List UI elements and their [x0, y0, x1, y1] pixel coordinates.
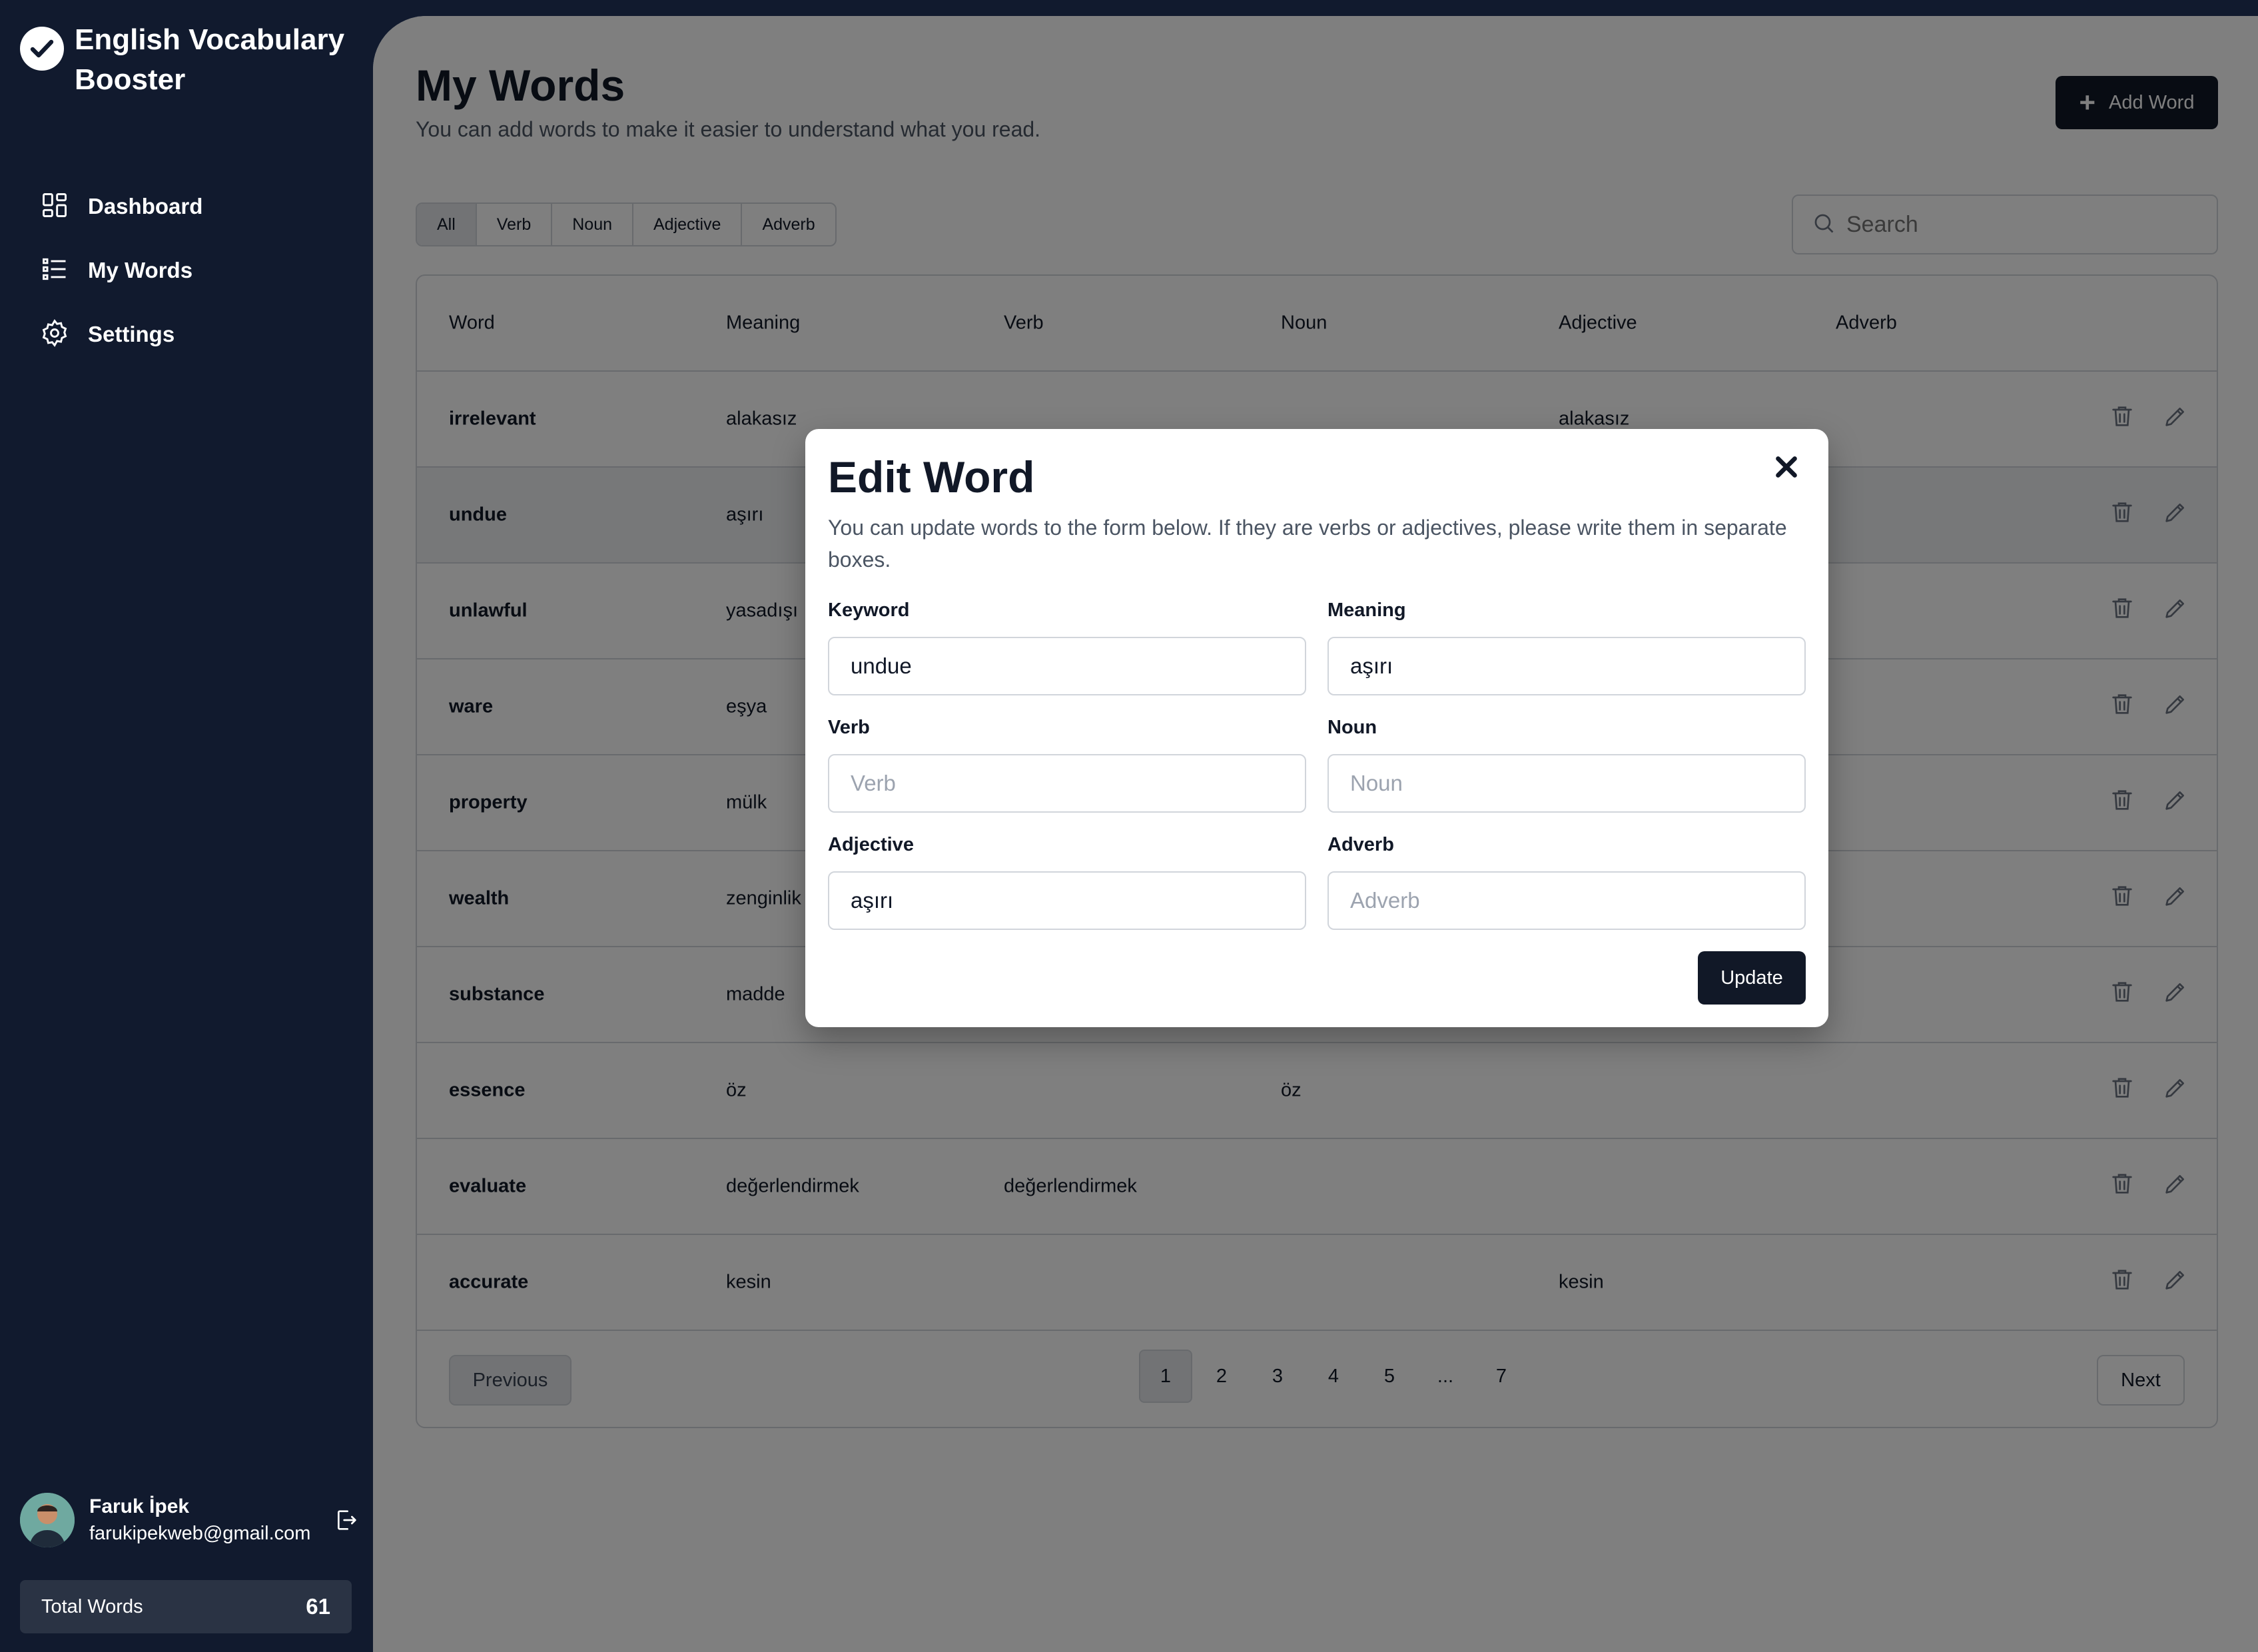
- edit-word-dialog: Edit Word You can update words to the fo…: [805, 429, 1828, 1027]
- update-button[interactable]: Update: [1698, 951, 1806, 1005]
- verb-field-group: Verb: [828, 717, 1306, 813]
- avatar: [20, 1493, 75, 1547]
- close-icon[interactable]: [1770, 450, 1803, 484]
- keyword-label: Keyword: [828, 600, 910, 621]
- logout-icon[interactable]: [333, 1507, 360, 1533]
- sidebar-item-settings[interactable]: Settings: [40, 302, 202, 366]
- dialog-description: You can update words to the form below. …: [828, 516, 1787, 572]
- verb-label: Verb: [828, 717, 870, 738]
- sidebar-item-my-words[interactable]: My Words: [40, 238, 202, 302]
- adverb-field-group: Adverb: [1327, 834, 1806, 930]
- noun-input[interactable]: [1327, 754, 1806, 813]
- keyword-input[interactable]: [828, 637, 1306, 695]
- list-icon: [40, 254, 69, 287]
- adverb-input[interactable]: [1327, 871, 1806, 930]
- noun-label: Noun: [1327, 717, 1377, 738]
- check-logo-icon: [20, 27, 64, 71]
- meaning-field-group: Meaning: [1327, 600, 1806, 695]
- adverb-label: Adverb: [1327, 834, 1394, 855]
- user-email: farukipekweb@gmail.com: [89, 1523, 311, 1544]
- total-words-card: Total Words 61: [20, 1580, 352, 1633]
- dashboard-icon: [40, 191, 69, 223]
- user-name: Faruk İpek: [89, 1495, 190, 1517]
- noun-field-group: Noun: [1327, 717, 1806, 813]
- dialog-title: Edit Word: [828, 452, 1035, 502]
- adjective-input[interactable]: [828, 871, 1306, 930]
- sidebar-item-label: My Words: [88, 258, 193, 282]
- verb-input[interactable]: [828, 754, 1306, 813]
- keyword-field-group: Keyword: [828, 600, 1306, 695]
- total-words-label: Total Words: [41, 1595, 143, 1617]
- gear-icon: [40, 318, 69, 351]
- adjective-field-group: Adjective: [828, 834, 1306, 930]
- brand[interactable]: English Vocabulary Booster: [20, 20, 368, 100]
- sidebar-item-label: Settings: [88, 322, 175, 346]
- adjective-label: Adjective: [828, 834, 914, 855]
- sidebar-item-label: Dashboard: [88, 194, 203, 218]
- sidebar: English Vocabulary Booster Dashboard My …: [0, 0, 373, 1652]
- user-profile: Faruk İpek farukipekweb@gmail.com: [20, 1492, 360, 1548]
- total-words-count: 61: [306, 1594, 330, 1619]
- meaning-label: Meaning: [1327, 600, 1406, 621]
- sidebar-nav: Dashboard My Words Settings: [40, 175, 202, 366]
- app-title: English Vocabulary Booster: [75, 23, 345, 96]
- sidebar-item-dashboard[interactable]: Dashboard: [40, 175, 202, 238]
- meaning-input[interactable]: [1327, 637, 1806, 695]
